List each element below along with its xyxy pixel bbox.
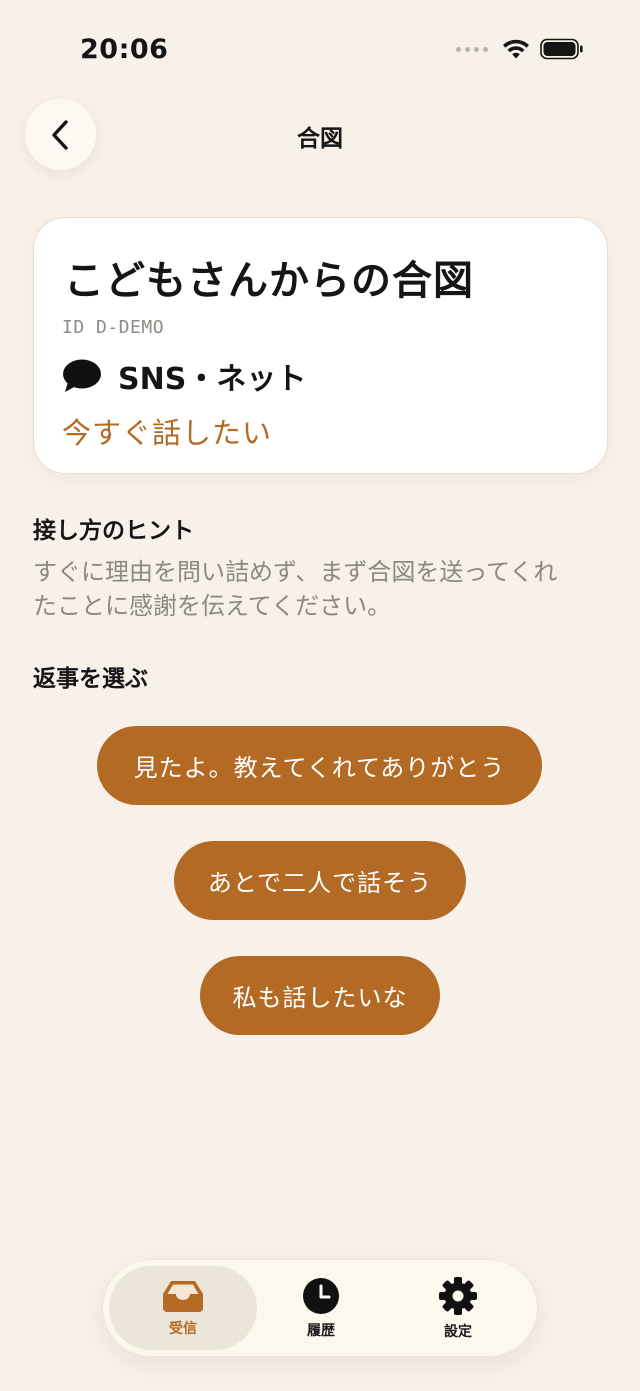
reply-thanks-button[interactable]: 見たよ。教えてくれてありがとう	[97, 726, 542, 805]
clock-icon	[303, 1277, 339, 1314]
cellular-signal-icon	[456, 46, 488, 52]
wifi-icon	[503, 39, 529, 59]
inbox-icon	[163, 1280, 203, 1312]
page-title: 合図	[297, 126, 343, 152]
reply-heading: 返事を選ぶ	[33, 666, 148, 692]
card-title: こどもさんからの合図	[64, 258, 474, 304]
reply-talk-later-button[interactable]: あとで二人で話そう	[174, 841, 466, 920]
tab-bar: 受信 履歴 設定	[102, 1259, 538, 1357]
speech-bubble-icon	[63, 359, 101, 392]
app-screen: 20:06 合図 こどもさんからの合図 ID D-DEMO SNS・ネット 今す…	[0, 0, 640, 1391]
signal-card: こどもさんからの合図 ID D-DEMO SNS・ネット 今すぐ話したい	[33, 217, 608, 474]
card-category: SNS・ネット	[62, 354, 306, 398]
category-label: SNS・ネット	[118, 362, 307, 397]
reply-want-to-talk-button[interactable]: 私も話したいな	[200, 956, 440, 1035]
tab-history[interactable]: 履歴	[247, 1266, 395, 1350]
tab-inbox[interactable]: 受信	[109, 1266, 257, 1350]
hint-heading: 接し方のヒント	[33, 518, 194, 544]
status-icons	[456, 38, 584, 60]
hint-body: すぐに理由を問い詰めず、まず合図を送ってくれたことに感謝を伝えてください。	[33, 558, 558, 620]
tab-inbox-label: 受信	[169, 1320, 197, 1337]
battery-icon	[540, 38, 583, 60]
gear-icon	[439, 1276, 477, 1315]
status-time: 20:06	[80, 34, 169, 65]
tab-settings-label: 設定	[444, 1323, 472, 1340]
tab-history-label: 履歴	[307, 1322, 335, 1339]
tab-settings[interactable]: 設定	[384, 1266, 532, 1350]
card-id: ID D-DEMO	[62, 317, 165, 338]
urgency-label: 今すぐ話したい	[62, 416, 273, 450]
